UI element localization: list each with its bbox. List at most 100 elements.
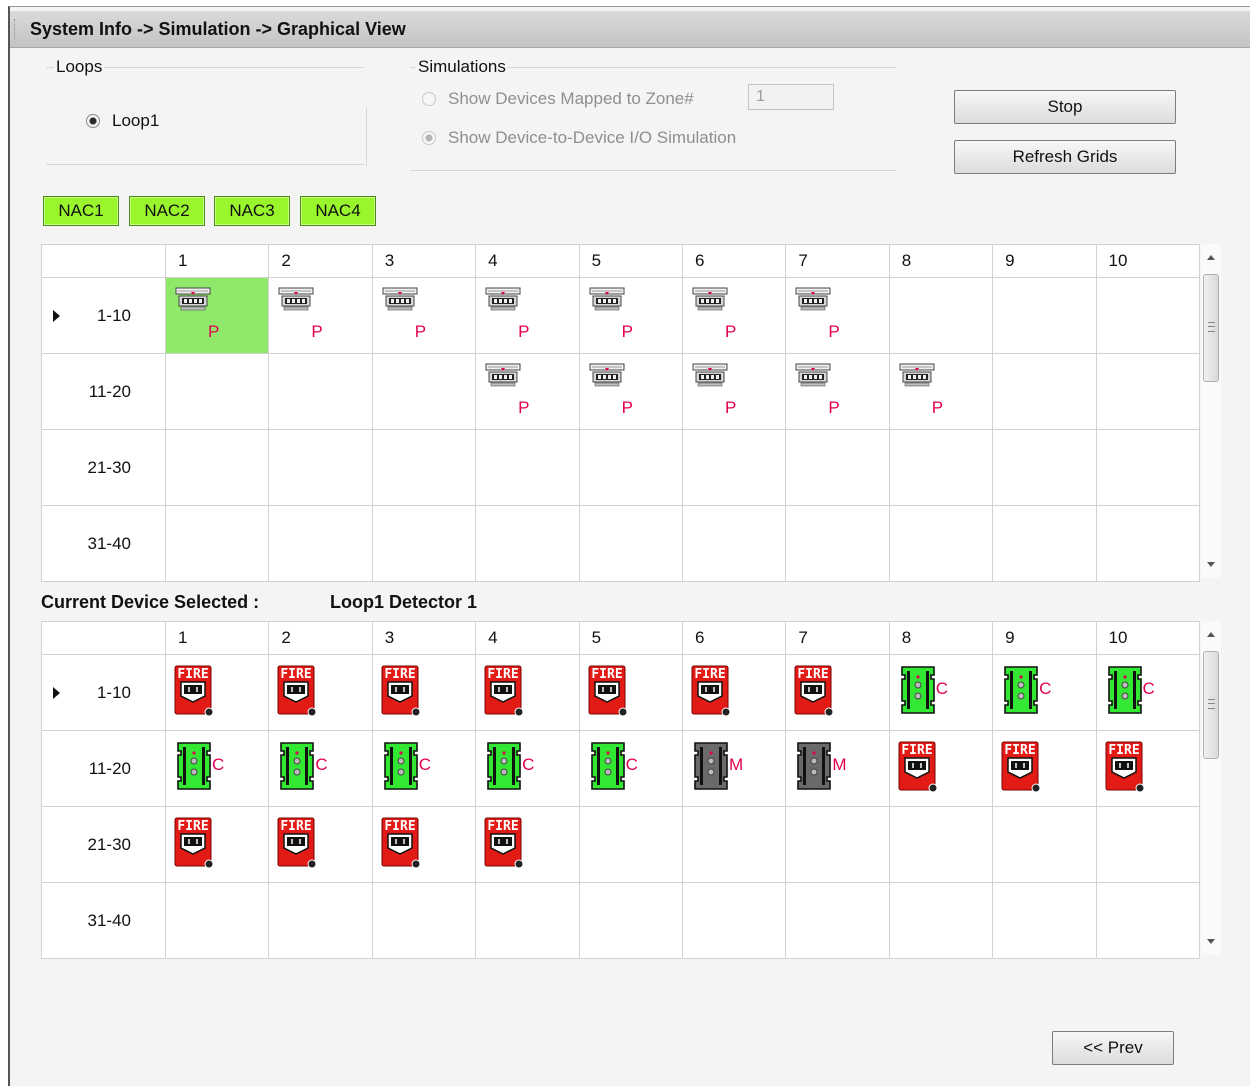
grid-cell[interactable] <box>1095 806 1200 883</box>
grid-cell[interactable] <box>371 353 477 430</box>
grid-cell[interactable]: P <box>681 277 787 354</box>
grid-cell[interactable] <box>268 429 373 506</box>
grid-cell[interactable]: P <box>578 353 683 430</box>
grid-cell[interactable]: FIRE <box>475 806 580 883</box>
grid-cell[interactable]: FIRE <box>164 654 270 731</box>
grid-cell[interactable] <box>371 505 477 582</box>
grid-cell[interactable] <box>992 277 1097 354</box>
grid-cell[interactable] <box>785 806 890 883</box>
grid-cell[interactable] <box>578 505 683 582</box>
grid-cell[interactable] <box>992 353 1097 430</box>
grid-cell[interactable] <box>164 353 270 430</box>
scroll-up-arrow-icon[interactable] <box>1207 255 1215 260</box>
grid-cell[interactable] <box>578 806 683 883</box>
grid-cell[interactable] <box>371 882 477 959</box>
selected-grid-cell[interactable]: P <box>164 277 270 354</box>
grid-cell[interactable]: FIRE <box>578 654 683 731</box>
grid-cell[interactable] <box>1095 353 1200 430</box>
grid-cell[interactable] <box>888 277 994 354</box>
grid-cell[interactable]: P <box>475 353 580 430</box>
grid-cell[interactable] <box>681 806 787 883</box>
grid-cell[interactable]: C <box>578 730 683 807</box>
grid-cell[interactable]: FIRE <box>371 654 477 731</box>
grid-cell[interactable] <box>578 429 683 506</box>
grid-cell[interactable]: C <box>164 730 270 807</box>
grid-cell[interactable] <box>888 882 994 959</box>
grid-cell[interactable] <box>371 429 477 506</box>
grid-cell[interactable] <box>681 882 787 959</box>
grid-cell[interactable] <box>268 505 373 582</box>
row-header[interactable]: 1-10 <box>41 654 166 731</box>
zone-radio[interactable]: Show Devices Mapped to Zone# <box>422 89 694 109</box>
grid-cell[interactable] <box>268 353 373 430</box>
grid-cell[interactable]: FIRE <box>268 654 373 731</box>
grid-cell[interactable] <box>785 429 890 506</box>
prev-button[interactable]: << Prev <box>1052 1031 1174 1065</box>
grid-cell[interactable] <box>681 429 787 506</box>
grid-cell[interactable] <box>888 806 994 883</box>
grid-cell[interactable]: FIRE <box>268 806 373 883</box>
io-simulation-radio[interactable]: Show Device-to-Device I/O Simulation <box>422 128 736 148</box>
row-header[interactable]: 11-20 <box>41 730 166 807</box>
grid-cell[interactable]: P <box>785 353 890 430</box>
scroll-up-arrow-icon[interactable] <box>1207 632 1215 637</box>
loop-radio[interactable]: Loop1 <box>86 111 159 131</box>
row-header[interactable]: 1-10 <box>41 277 166 354</box>
row-header[interactable]: 31-40 <box>41 882 166 959</box>
grid-cell[interactable] <box>992 429 1097 506</box>
grid-cell[interactable] <box>992 882 1097 959</box>
grid-cell[interactable]: FIRE <box>475 654 580 731</box>
grid-cell[interactable]: P <box>371 277 477 354</box>
grid-cell[interactable] <box>578 882 683 959</box>
module-grid-scrollbar[interactable] <box>1201 621 1221 955</box>
stop-button[interactable]: Stop <box>954 90 1176 124</box>
grid-cell[interactable] <box>785 505 890 582</box>
grid-cell[interactable]: P <box>681 353 787 430</box>
grid-cell[interactable] <box>164 882 270 959</box>
grid-cell[interactable] <box>475 882 580 959</box>
nac1-button[interactable]: NAC1 <box>43 196 119 226</box>
grid-cell[interactable]: P <box>785 277 890 354</box>
grid-cell[interactable]: FIRE <box>1095 730 1200 807</box>
grid-cell[interactable]: C <box>1095 654 1200 731</box>
grid-cell[interactable] <box>1095 882 1200 959</box>
grid-cell[interactable] <box>1095 505 1200 582</box>
grid-cell[interactable] <box>888 505 994 582</box>
row-header[interactable]: 21-30 <box>41 429 166 506</box>
scroll-down-arrow-icon[interactable] <box>1207 562 1215 567</box>
grid-cell[interactable]: P <box>268 277 373 354</box>
row-header[interactable]: 21-30 <box>41 806 166 883</box>
detector-grid-scrollbar[interactable] <box>1201 244 1221 578</box>
grid-cell[interactable] <box>1095 429 1200 506</box>
scroll-thumb[interactable] <box>1203 651 1219 759</box>
grid-cell[interactable]: FIRE <box>888 730 994 807</box>
grid-cell[interactable]: FIRE <box>164 806 270 883</box>
grid-cell[interactable] <box>164 429 270 506</box>
grid-cell[interactable]: M <box>681 730 787 807</box>
zone-number-input[interactable]: 1 <box>748 84 834 110</box>
grid-cell[interactable] <box>1095 277 1200 354</box>
grid-cell[interactable]: M <box>785 730 890 807</box>
nac4-button[interactable]: NAC4 <box>300 196 376 226</box>
grid-cell[interactable]: C <box>475 730 580 807</box>
row-header[interactable]: 11-20 <box>41 353 166 430</box>
grid-cell[interactable] <box>785 882 890 959</box>
nac2-button[interactable]: NAC2 <box>129 196 205 226</box>
scroll-thumb[interactable] <box>1203 274 1219 382</box>
grid-cell[interactable] <box>992 505 1097 582</box>
scroll-down-arrow-icon[interactable] <box>1207 939 1215 944</box>
grid-cell[interactable]: C <box>268 730 373 807</box>
grid-cell[interactable]: C <box>888 654 994 731</box>
grid-cell[interactable]: P <box>475 277 580 354</box>
grid-cell[interactable]: FIRE <box>371 806 477 883</box>
grid-cell[interactable] <box>475 429 580 506</box>
grid-cell[interactable] <box>888 429 994 506</box>
refresh-grids-button[interactable]: Refresh Grids <box>954 140 1176 174</box>
grid-cell[interactable]: FIRE <box>785 654 890 731</box>
row-header[interactable]: 31-40 <box>41 505 166 582</box>
grid-cell[interactable] <box>164 505 270 582</box>
nac3-button[interactable]: NAC3 <box>214 196 290 226</box>
grid-cell[interactable]: FIRE <box>681 654 787 731</box>
grid-cell[interactable]: C <box>992 654 1097 731</box>
grid-cell[interactable] <box>268 882 373 959</box>
